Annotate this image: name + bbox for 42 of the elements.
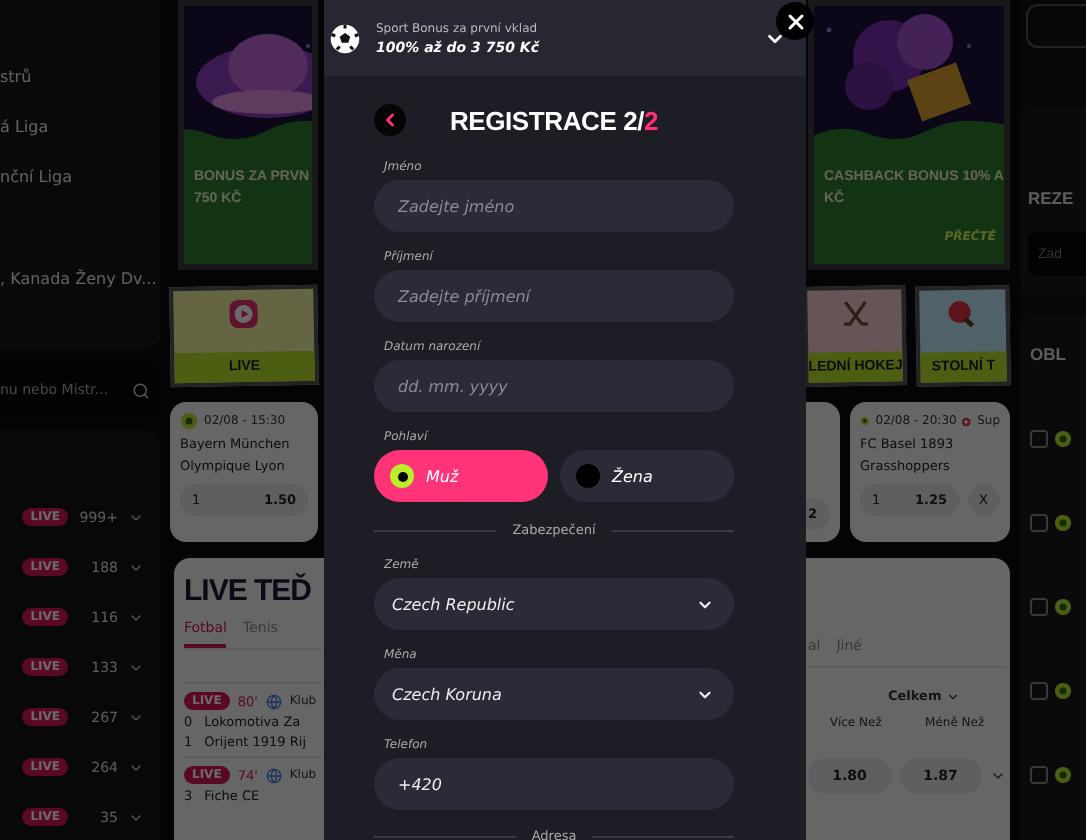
select-field[interactable]: Czech Republic xyxy=(374,578,734,630)
ball-icon xyxy=(1054,766,1072,784)
globe-icon xyxy=(265,693,282,709)
checkbox[interactable] xyxy=(1030,514,1048,532)
gender-option[interactable]: Muž xyxy=(374,450,548,502)
input-field[interactable]: Zadejte příjmení xyxy=(374,270,734,322)
gender-option[interactable]: Žena xyxy=(560,450,734,502)
checkbox[interactable] xyxy=(1030,766,1048,784)
paddle-icon xyxy=(946,297,979,331)
section-title: LIVE TEĎ xyxy=(184,574,314,608)
input-field[interactable]: dd. mm. yyyy xyxy=(374,360,734,412)
header-panel xyxy=(1026,4,1086,48)
caret-icon xyxy=(945,689,960,703)
league-item[interactable]: nční Liga xyxy=(0,164,160,192)
search-icon xyxy=(132,381,150,399)
hockey-sticks-icon xyxy=(838,297,871,331)
league-item[interactable]: á Liga xyxy=(0,114,160,142)
panel-title: OBL xyxy=(1030,344,1068,364)
checkbox[interactable] xyxy=(1030,598,1048,616)
panel-title: REZE xyxy=(1028,188,1076,208)
ball-icon xyxy=(1054,514,1072,532)
soccer-ball-icon xyxy=(330,23,360,53)
chevron-left-icon xyxy=(380,110,400,130)
league-item[interactable]: , Kanada Ženy Dv... xyxy=(0,266,160,294)
ball-icon xyxy=(860,412,870,430)
checkbox[interactable] xyxy=(1030,682,1048,700)
close-icon xyxy=(783,9,807,33)
ball-icon xyxy=(1054,430,1072,448)
back-button[interactable] xyxy=(374,104,406,136)
league-item[interactable]: strů xyxy=(0,64,160,92)
checkbox[interactable] xyxy=(1030,430,1048,448)
caret-icon[interactable] xyxy=(990,768,1006,784)
globe-icon xyxy=(265,767,282,783)
play-icon xyxy=(227,297,260,331)
input-field[interactable]: +420 xyxy=(374,758,734,810)
ball-icon xyxy=(1054,682,1072,700)
input-field[interactable]: Zadejte jméno xyxy=(374,180,734,232)
ball-icon xyxy=(1054,598,1072,616)
dialog-title: REGISTRACE 2/2 xyxy=(447,105,661,135)
ball-icon xyxy=(180,412,198,430)
league-icon xyxy=(962,413,972,429)
select-field[interactable]: Czech Koruna xyxy=(374,668,734,720)
